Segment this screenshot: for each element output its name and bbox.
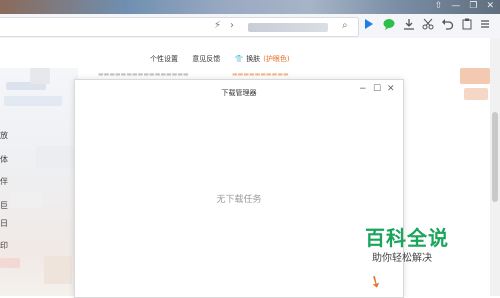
- close-window-button[interactable]: ✕: [486, 1, 494, 12]
- sidebar-text: 伴: [0, 177, 8, 186]
- skin-shirt-icon: 👕: [234, 55, 244, 63]
- menu-icon[interactable]: [480, 18, 490, 34]
- maximize-button[interactable]: ❐: [469, 1, 477, 12]
- dialog-close-button[interactable]: ✕: [387, 83, 395, 95]
- address-bar[interactable]: ⚡ › ⌕: [0, 17, 359, 37]
- blur-block: [0, 258, 20, 268]
- feedback-link[interactable]: 意见反馈: [192, 55, 220, 63]
- play-icon[interactable]: [364, 18, 374, 34]
- blur-block: [4, 96, 62, 106]
- change-skin-link[interactable]: 换肤: [246, 55, 260, 63]
- search-icon[interactable]: ⌕: [342, 20, 348, 31]
- faded-accent-line: ▬▬▬▬▬▬▬▬▬▬: [232, 71, 289, 78]
- download-icon[interactable]: [403, 18, 415, 34]
- dialog-maximize-button[interactable]: ☐: [373, 83, 381, 95]
- address-toolbar: ⚡ › ⌕: [0, 14, 500, 39]
- blur-block: [460, 68, 490, 84]
- empty-download-message: 无下载任务: [216, 195, 262, 205]
- scissors-icon[interactable]: [422, 18, 434, 34]
- sidebar-text: 日: [0, 219, 8, 228]
- dialog-title: 下载管理器: [221, 89, 257, 97]
- faded-text-line: ▬▬▬▬▬▬▬▬▬▬▬▬▬▬▬▬: [98, 71, 189, 78]
- personal-settings-link[interactable]: 个性设置: [150, 55, 178, 63]
- sidebar-text: 印: [0, 241, 8, 250]
- download-manager-dialog: 下载管理器 − ☐ ✕ 无下载任务: [74, 79, 404, 298]
- page-links: 个性设置 意见反馈 👕 换肤 (护眼色): [150, 54, 302, 64]
- window-titlebar: ⇧ — ❐ ✕: [0, 0, 500, 14]
- scrollbar-thumb[interactable]: [492, 112, 498, 202]
- sidebar-text: 体: [0, 155, 8, 164]
- window-controls: ⇧ — ❐ ✕: [435, 1, 494, 12]
- address-text-blurred: [248, 23, 328, 32]
- flash-icon[interactable]: ⚡: [214, 20, 221, 31]
- watermark-title: 百科全说: [365, 226, 449, 250]
- blur-block: [10, 192, 42, 208]
- blur-block: [36, 146, 74, 168]
- blur-block: [30, 68, 50, 84]
- forward-icon[interactable]: ›: [230, 20, 234, 31]
- watermark-subtitle: 助你轻松解决: [372, 253, 432, 264]
- blur-block: [44, 256, 72, 284]
- eye-care-link[interactable]: (护眼色): [263, 55, 289, 63]
- clipboard-icon[interactable]: [462, 18, 472, 34]
- dialog-minimize-button[interactable]: −: [359, 83, 367, 95]
- blur-block: [464, 88, 488, 100]
- undo-icon[interactable]: [441, 18, 455, 34]
- left-sidebar-blurred: [0, 68, 78, 296]
- sidebar-text: 放: [0, 131, 8, 140]
- page-header: 个性设置 意见反馈 👕 换肤 (护眼色): [0, 38, 500, 68]
- chat-icon[interactable]: [383, 18, 395, 34]
- sidebar-text: 巨: [0, 201, 8, 210]
- skin-icon[interactable]: ⇧: [435, 1, 443, 12]
- minimize-button[interactable]: —: [451, 1, 460, 12]
- page-scrollbar[interactable]: [490, 38, 500, 296]
